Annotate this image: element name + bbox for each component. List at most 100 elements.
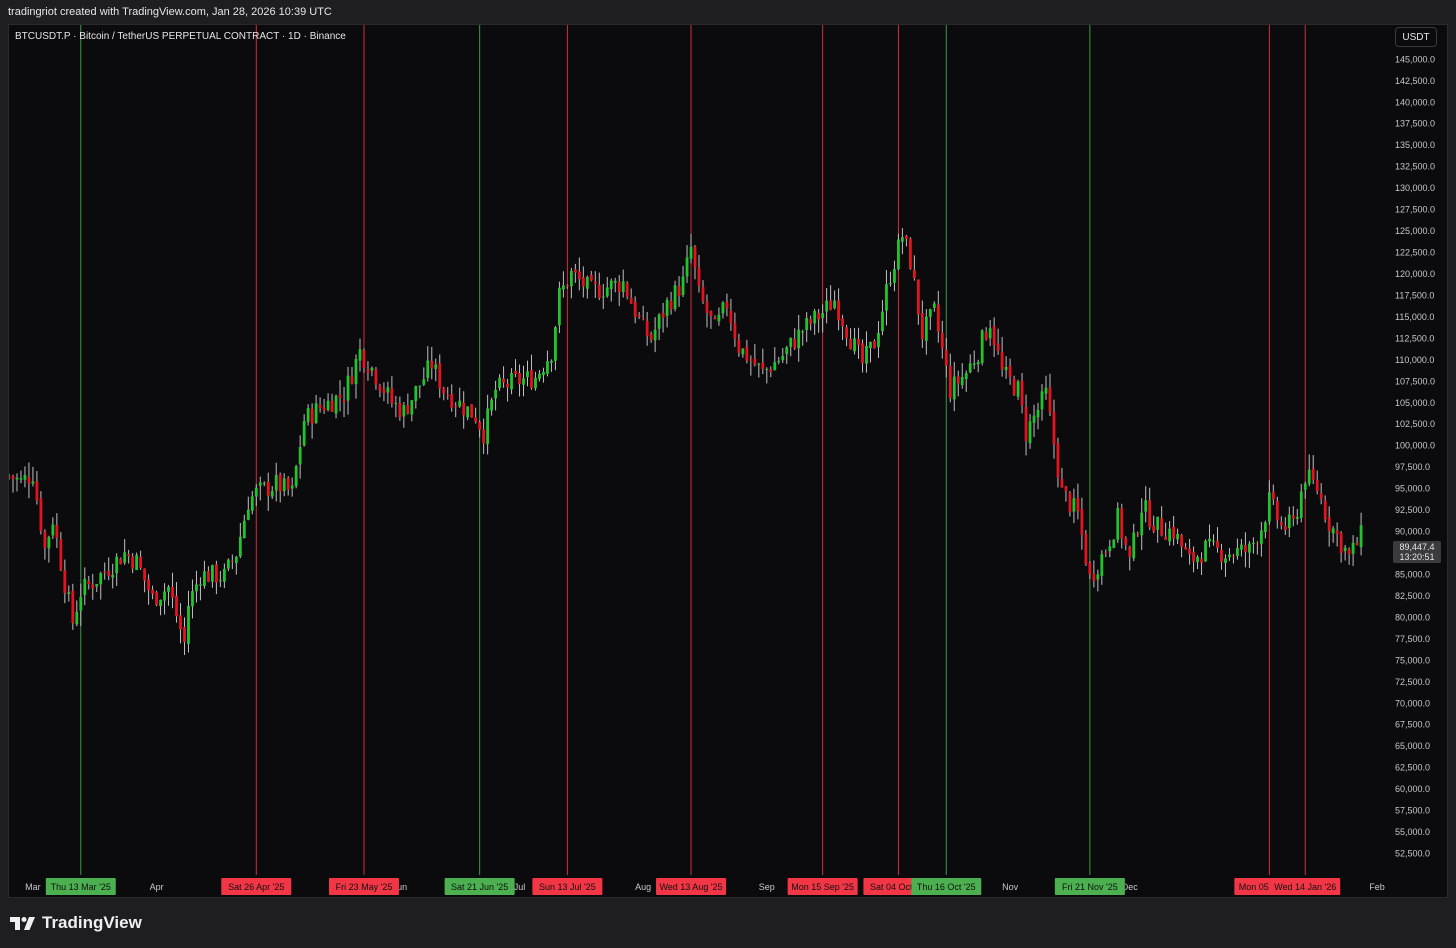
- candle: [226, 558, 230, 572]
- candle: [885, 270, 888, 326]
- candle-body: [1132, 532, 1136, 559]
- candle: [1184, 543, 1187, 550]
- candle-body: [837, 300, 840, 321]
- candle: [928, 308, 932, 330]
- candle-body: [83, 578, 87, 596]
- candle: [430, 346, 434, 380]
- candle-body: [522, 378, 525, 385]
- candle: [1263, 520, 1267, 539]
- candle: [936, 290, 940, 343]
- candle-body: [881, 311, 884, 332]
- candle-body: [1064, 486, 1068, 492]
- marker-badge-label: Thu 13 Mar '25: [51, 882, 111, 892]
- y-tick-label: 52,500.0: [1395, 849, 1430, 859]
- candle-body: [127, 554, 131, 557]
- candle-body: [462, 402, 466, 416]
- candle-body: [1164, 536, 1168, 540]
- chart-panel[interactable]: 52,500.0 55,000.0 57,500.0 60,000.0 62,500.0…: [8, 24, 1448, 898]
- candle: [1164, 522, 1168, 540]
- candle: [35, 471, 39, 505]
- candle-body: [99, 573, 103, 585]
- candle: [709, 310, 713, 329]
- candle: [103, 562, 107, 580]
- candle: [1311, 455, 1315, 485]
- candle: [426, 346, 430, 382]
- candle: [689, 233, 693, 264]
- candle-body: [629, 297, 633, 304]
- candle: [1315, 470, 1319, 495]
- candle: [446, 387, 450, 400]
- candlestick-chart[interactable]: 52,500.0 55,000.0 57,500.0 60,000.0 62,500.0…: [9, 25, 1447, 897]
- candle-body: [1291, 515, 1295, 519]
- candle-body: [705, 301, 709, 313]
- candle-body: [1012, 378, 1016, 396]
- candle-body: [103, 571, 107, 573]
- candle-body: [1303, 483, 1307, 490]
- candle-body: [442, 388, 446, 394]
- candle-body: [924, 316, 928, 341]
- candle: [932, 301, 936, 312]
- currency-button[interactable]: USDT: [1395, 27, 1437, 47]
- candle: [1180, 533, 1183, 558]
- y-tick-label: 70,000.0: [1395, 698, 1430, 708]
- symbol-title[interactable]: BTCUSDT.P · Bitcoin / TetherUS PERPETUAL…: [15, 31, 346, 42]
- tradingview-logo-icon[interactable]: [10, 915, 36, 931]
- candle-body: [1160, 518, 1164, 536]
- candle-body: [613, 280, 617, 283]
- candle: [179, 603, 182, 644]
- candle: [394, 395, 398, 418]
- candle: [31, 466, 35, 487]
- candle-body: [769, 369, 773, 373]
- candle: [677, 276, 681, 307]
- candle: [817, 309, 821, 333]
- candle: [79, 583, 83, 626]
- candle-body: [27, 476, 31, 484]
- candle-body: [246, 509, 250, 520]
- candle-body: [709, 311, 713, 316]
- candle: [984, 327, 988, 341]
- marker-badge: Wed 13 Aug '25: [656, 878, 727, 895]
- candle: [1232, 554, 1235, 564]
- candle: [661, 302, 665, 333]
- candle: [498, 374, 501, 391]
- candle: [1347, 547, 1351, 565]
- candle: [1216, 527, 1219, 553]
- marker-badge-label: Wed 13 Aug '25: [659, 882, 722, 892]
- candle-body: [1056, 443, 1060, 478]
- candle: [733, 312, 737, 347]
- marker-badge-label: Wed 14 Jan '26: [1274, 882, 1336, 892]
- candle: [115, 553, 119, 586]
- y-tick-label: 137,500.0: [1395, 119, 1435, 129]
- candle-body: [1076, 497, 1080, 511]
- candle: [697, 254, 701, 293]
- candle: [191, 579, 194, 619]
- candle-body: [286, 478, 290, 490]
- candle: [601, 283, 605, 309]
- candle: [107, 557, 111, 581]
- candle: [1212, 534, 1215, 546]
- candle-body: [901, 237, 904, 242]
- candle-body: [71, 590, 75, 624]
- candle: [558, 281, 561, 334]
- candle: [151, 585, 154, 600]
- candle-body: [1347, 549, 1351, 555]
- candle-body: [685, 257, 689, 277]
- candle-body: [845, 327, 848, 339]
- candle-body: [781, 356, 785, 361]
- candle: [203, 560, 206, 589]
- candle-body: [960, 377, 964, 386]
- candle-body: [569, 270, 573, 287]
- candle-body: [494, 389, 497, 399]
- candle-body: [1267, 492, 1271, 522]
- candle: [258, 476, 262, 501]
- candle-body: [1232, 555, 1235, 557]
- tradingview-brand[interactable]: TradingView: [42, 913, 142, 933]
- candle-body: [294, 466, 298, 487]
- candle: [1076, 483, 1080, 520]
- candle: [167, 584, 170, 606]
- candle: [1196, 555, 1199, 570]
- candle: [199, 577, 202, 601]
- candle-body: [454, 405, 458, 407]
- candle-body: [406, 405, 410, 414]
- candle: [1172, 515, 1176, 546]
